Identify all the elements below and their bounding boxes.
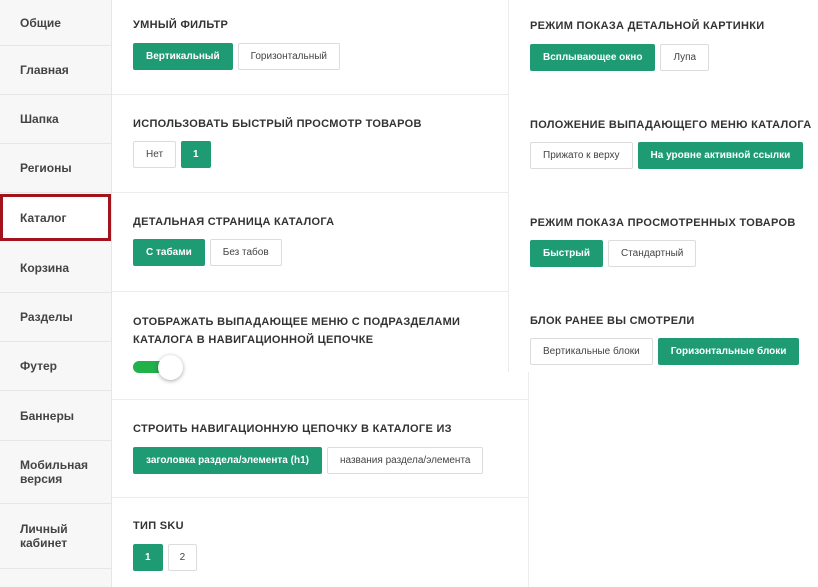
divider: [112, 192, 508, 193]
sku-type-2-button[interactable]: 2: [167, 544, 198, 571]
column-divider: [508, 0, 509, 372]
detail-picture-options: Всплывающее окно Лупа: [530, 44, 710, 71]
breadcrumb-source-options: заголовка раздела/элемента (h1) названия…: [133, 447, 484, 474]
sidebar-item-main[interactable]: Главная: [0, 46, 111, 95]
sidebar-item-cart[interactable]: Корзина: [0, 243, 111, 293]
divider: [112, 291, 508, 292]
smart-filter-horizontal-button[interactable]: Горизонтальный: [237, 43, 340, 70]
sidebar-item-catalog[interactable]: Каталог: [0, 194, 111, 241]
viewed-block-horizontal-button[interactable]: Горизонтальные блоки: [657, 338, 800, 365]
dropdown-position-active-link-button[interactable]: На уровне активной ссылки: [637, 142, 804, 169]
detail-picture-zoom-button[interactable]: Лупа: [660, 44, 710, 71]
catalog-detail-options: С табами Без табов: [133, 239, 282, 266]
column-divider: [528, 372, 529, 587]
viewed-mode-standard-button[interactable]: Стандартный: [607, 240, 697, 267]
dropdown-position-options: Прижато к верху На уровне активной ссылк…: [530, 142, 804, 169]
breadcrumb-source-name-button[interactable]: названия раздела/элемента: [326, 447, 484, 474]
viewed-block-vertical-button[interactable]: Вертикальные блоки: [530, 338, 653, 365]
breadcrumb-source-h1-button[interactable]: заголовка раздела/элемента (h1): [133, 447, 322, 474]
detail-picture-title: РЕЖИМ ПОКАЗА ДЕТАЛЬНОЙ КАРТИНКИ: [530, 20, 765, 32]
smart-filter-options: Вертикальный Горизонтальный: [133, 43, 340, 70]
sidebar-item-account[interactable]: Личный кабинет: [0, 504, 111, 569]
sidebar: Общие Главная Шапка Регионы Каталог Корз…: [0, 0, 112, 587]
viewed-mode-fast-button[interactable]: Быстрый: [530, 240, 603, 267]
breadcrumb-source-title: СТРОИТЬ НАВИГАЦИОННУЮ ЦЕПОЧКУ В КАТАЛОГЕ…: [133, 423, 452, 435]
toggle-knob: [158, 355, 183, 380]
sidebar-item-header[interactable]: Шапка: [0, 95, 111, 144]
dropdown-position-top-button[interactable]: Прижато к верху: [530, 142, 633, 169]
sidebar-item-sections[interactable]: Разделы: [0, 293, 111, 342]
divider: [112, 497, 528, 498]
catalog-detail-tabs-button[interactable]: С табами: [133, 239, 205, 266]
quick-view-title: ИСПОЛЬЗОВАТЬ БЫСТРЫЙ ПРОСМОТР ТОВАРОВ: [133, 118, 422, 130]
viewed-mode-options: Быстрый Стандартный: [530, 240, 697, 267]
breadcrumb-menu-toggle[interactable]: [133, 355, 185, 380]
sidebar-item-mobile[interactable]: Мобильная версия: [0, 441, 111, 504]
dropdown-position-title: ПОЛОЖЕНИЕ ВЫПАДАЮЩЕГО МЕНЮ КАТАЛОГА: [530, 119, 812, 131]
detail-picture-popup-button[interactable]: Всплывающее окно: [530, 44, 656, 71]
quick-view-1-button[interactable]: 1: [181, 141, 211, 168]
sidebar-item-banners[interactable]: Баннеры: [0, 391, 111, 441]
viewed-block-title: БЛОК РАНЕЕ ВЫ СМОТРЕЛИ: [530, 315, 695, 327]
sidebar-item-regions[interactable]: Регионы: [0, 144, 111, 193]
sku-type-1-button[interactable]: 1: [133, 544, 163, 571]
sku-type-title: ТИП SKU: [133, 520, 184, 532]
viewed-block-options: Вертикальные блоки Горизонтальные блоки: [530, 338, 800, 365]
smart-filter-vertical-button[interactable]: Вертикальный: [133, 43, 233, 70]
sku-type-options: 1 2: [133, 544, 198, 571]
sidebar-item-footer[interactable]: Футер: [0, 342, 111, 391]
quick-view-options: Нет 1: [133, 141, 211, 168]
divider: [112, 94, 508, 95]
viewed-mode-title: РЕЖИМ ПОКАЗА ПРОСМОТРЕННЫХ ТОВАРОВ: [530, 217, 796, 229]
quick-view-no-button[interactable]: Нет: [133, 141, 177, 168]
breadcrumb-menu-title: ОТОБРАЖАТЬ ВЫПАДАЮЩЕЕ МЕНЮ С ПОДРАЗДЕЛАМ…: [133, 316, 461, 346]
catalog-detail-title: ДЕТАЛЬНАЯ СТРАНИЦА КАТАЛОГА: [133, 216, 335, 228]
divider: [112, 399, 528, 400]
smart-filter-title: УМНЫЙ ФИЛЬТР: [133, 19, 229, 31]
catalog-detail-no-tabs-button[interactable]: Без табов: [209, 239, 282, 266]
sidebar-item-general[interactable]: Общие: [0, 0, 111, 46]
